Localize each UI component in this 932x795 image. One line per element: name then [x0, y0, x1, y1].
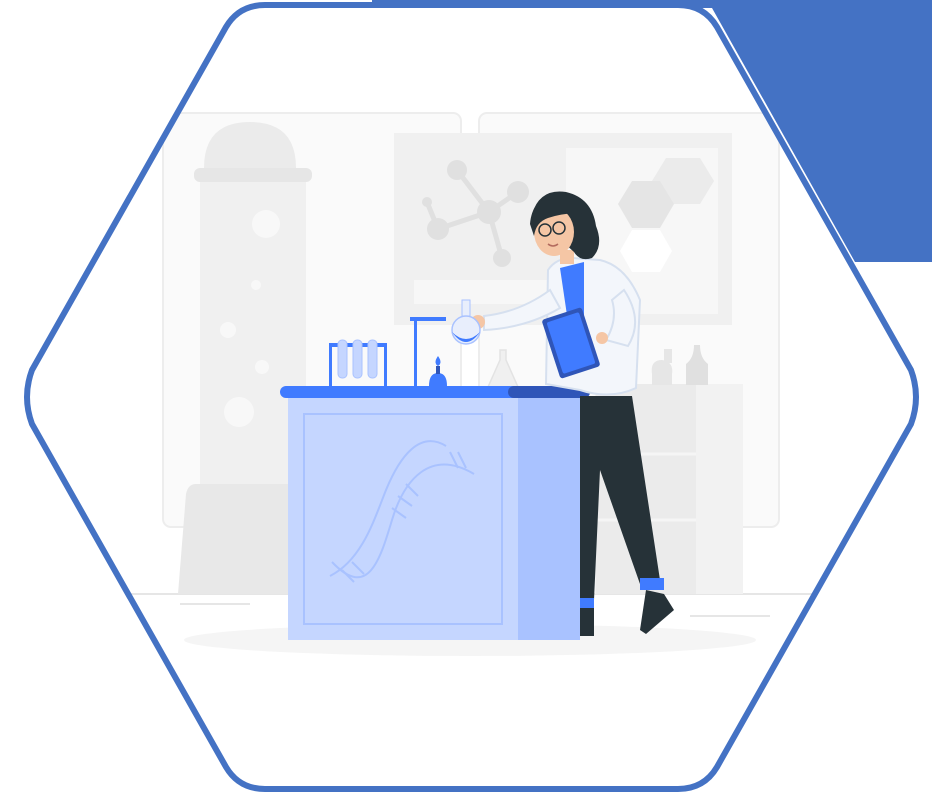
- illustration-stage: [0, 0, 932, 795]
- lab-illustration: [24, 0, 932, 792]
- lab-desk: [280, 386, 590, 640]
